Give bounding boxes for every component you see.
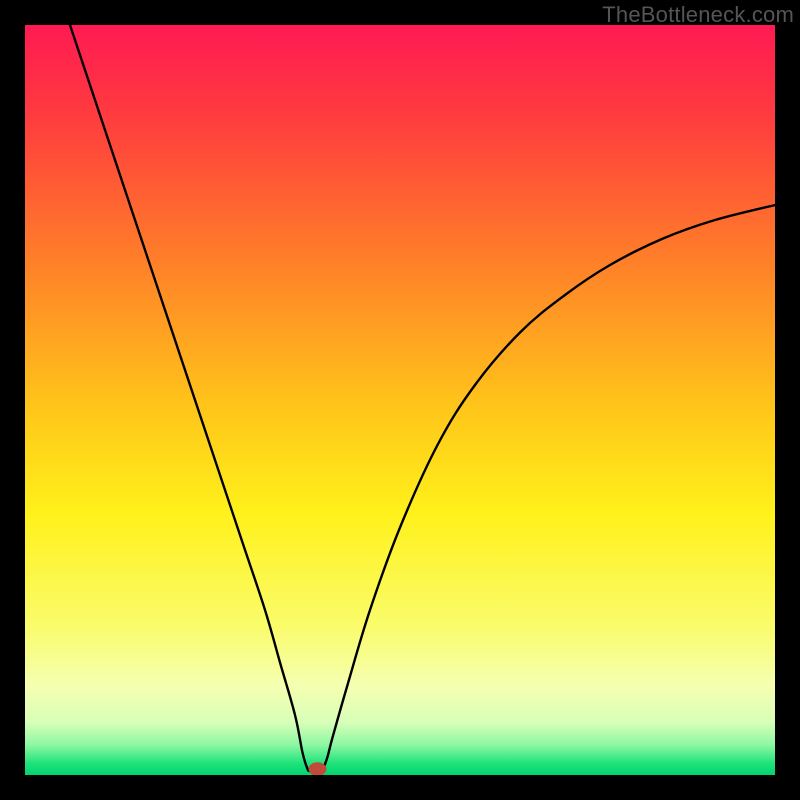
gradient-background [25, 25, 775, 775]
chart-frame [25, 25, 775, 775]
bottleneck-chart [25, 25, 775, 775]
